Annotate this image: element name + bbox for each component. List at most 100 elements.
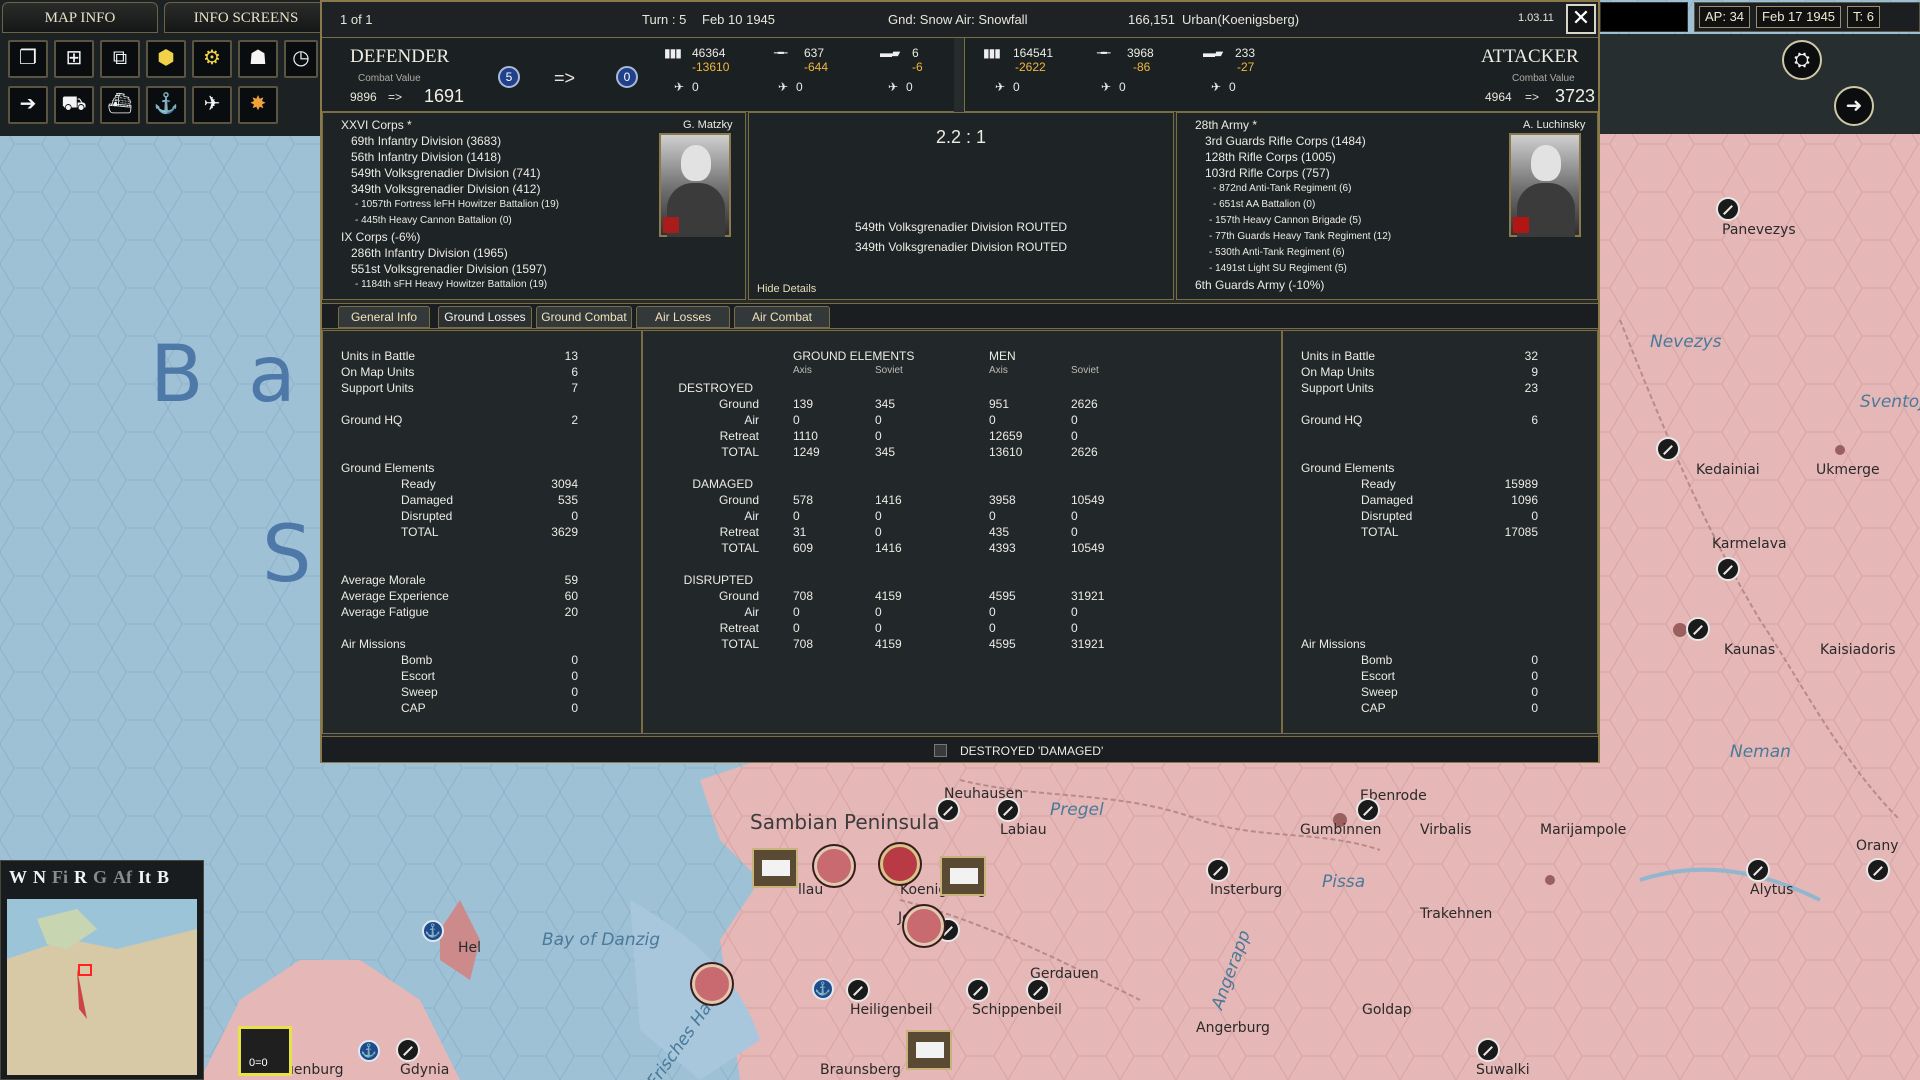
unit-counter[interactable] [692, 964, 732, 1004]
unit-row[interactable]: 69th Infantry Division (3683) [341, 133, 641, 149]
current-date: Feb 17 1945 [1756, 6, 1842, 28]
river-label: Nevezys [1650, 332, 1722, 352]
next-arrow-icon[interactable]: ➜ [1834, 86, 1874, 126]
filter-b[interactable]: B [157, 867, 169, 888]
close-button[interactable]: ✕ [1566, 4, 1596, 34]
unit-row[interactable]: - 157th Heavy Cannon Brigade (5) [1195, 213, 1495, 229]
tab-air-combat[interactable]: Air Combat [734, 306, 830, 328]
unit-row[interactable]: 103rd Rifle Corps (757) [1195, 165, 1495, 181]
hex-filter-icon[interactable]: ⬢ [146, 40, 186, 78]
fort-level-badge: 5 [498, 66, 520, 88]
command-row[interactable]: IX Corps (-6%) [341, 229, 641, 245]
tab-general-info[interactable]: General Info [338, 306, 430, 328]
port-icon[interactable]: ⚓ [358, 1040, 380, 1062]
unit-row[interactable]: - 872nd Anti-Tank Regiment (6) [1195, 181, 1495, 197]
port-icon[interactable]: ⚓ [812, 978, 834, 1000]
gun-icon: ╼╾ [774, 46, 787, 60]
move-arrow-icon[interactable]: ➔ [8, 86, 48, 124]
airbase-icon[interactable] [936, 798, 960, 822]
cv-initial: 4964 [1485, 90, 1512, 104]
clock-icon[interactable]: ◷ [284, 40, 318, 78]
hide-details-link[interactable]: Hide Details [757, 281, 816, 297]
unit-counter[interactable] [940, 856, 986, 896]
unit-row[interactable]: 549th Volksgrenadier Division (741) [341, 165, 641, 181]
unit-row[interactable]: - 1057th Fortress leFH Howitzer Battalio… [341, 197, 641, 213]
airbase-icon[interactable] [846, 978, 870, 1002]
unit-row[interactable]: 551st Volksgrenadier Division (1597) [341, 261, 641, 277]
unit-row[interactable]: - 651st AA Battalion (0) [1195, 197, 1495, 213]
unit-row[interactable]: - 530th Anti-Tank Regiment (6) [1195, 245, 1495, 261]
unit-row[interactable]: - 1491st Light SU Regiment (5) [1195, 261, 1495, 277]
airbase-icon[interactable] [1026, 978, 1050, 1002]
city-label: Angerburg [1196, 1020, 1270, 1036]
airbase-icon[interactable] [396, 1038, 420, 1062]
loss-value: 0 [875, 525, 882, 539]
combat-value-label: Combat Value [1512, 73, 1575, 84]
filter-r[interactable]: R [74, 867, 87, 888]
unit-row[interactable]: 286th Infantry Division (1965) [341, 245, 641, 261]
add-window-icon[interactable]: ⊞ [54, 40, 94, 78]
filter-w[interactable]: W [9, 867, 27, 888]
unit-counter[interactable] [752, 848, 798, 888]
airborne-icon[interactable]: ✈ [192, 86, 232, 124]
filter-it[interactable]: It [138, 867, 151, 888]
tab-map-info[interactable]: MAP INFO [2, 2, 158, 33]
unit-counter[interactable] [814, 846, 854, 886]
gear-icon[interactable]: ⚙ [192, 40, 232, 78]
airbase-icon[interactable] [1476, 1038, 1500, 1062]
tab-air-losses[interactable]: Air Losses [636, 306, 730, 328]
filter-fi[interactable]: Fi [52, 867, 68, 888]
city-label: Gdynia [400, 1062, 450, 1078]
filter-n[interactable]: N [33, 867, 46, 888]
hq-icon[interactable]: ⛭ [1782, 40, 1822, 80]
unit-counter[interactable] [880, 844, 920, 884]
attacker-air-b: 0 [1119, 80, 1126, 94]
airbase-icon[interactable] [1656, 437, 1680, 461]
minimap[interactable] [7, 899, 197, 1075]
command-row[interactable]: 28th Army * [1195, 117, 1495, 133]
commander-portrait[interactable] [1509, 133, 1581, 237]
stat-label: Average Morale [341, 573, 426, 587]
airbase-icon[interactable] [1716, 557, 1740, 581]
stack-icon[interactable]: ⧉ [100, 40, 140, 78]
loss-section-title: DISRUPTED [683, 573, 753, 587]
defender-air-c: 0 [906, 80, 913, 94]
filter-af[interactable]: Af [113, 867, 132, 888]
airbase-icon[interactable] [1356, 798, 1380, 822]
windows-icon[interactable]: ❐ [8, 40, 48, 78]
ship-icon[interactable]: ⛴ [100, 86, 140, 124]
airbase-icon[interactable] [1866, 858, 1890, 882]
unit-row[interactable]: 349th Volksgrenadier Division (412) [341, 181, 641, 197]
tab-ground-combat[interactable]: Ground Combat [536, 306, 632, 328]
filter-g[interactable]: G [93, 867, 107, 888]
unit-row[interactable]: - 1184th sFH Heavy Howitzer Battalion (1… [341, 277, 641, 293]
unit-row[interactable]: - 445th Heavy Cannon Battalion (0) [341, 213, 641, 229]
airbase-icon[interactable] [1686, 617, 1710, 641]
unit-row[interactable]: 56th Infantry Division (1418) [341, 149, 641, 165]
airbase-icon[interactable] [1746, 858, 1770, 882]
command-row[interactable]: 6th Guards Army (-10%) [1195, 277, 1495, 293]
airbase-icon[interactable] [996, 798, 1020, 822]
tab-info-screens[interactable]: INFO SCREENS [164, 2, 328, 33]
port-icon[interactable]: ⚓ [422, 920, 444, 942]
railroad-icon[interactable]: ☗ [238, 40, 278, 78]
airbase-icon[interactable] [1716, 197, 1740, 221]
naval-transport-icon[interactable]: ⚓ [146, 86, 186, 124]
airbase-icon[interactable] [966, 978, 990, 1002]
airbase-icon[interactable] [1206, 858, 1230, 882]
train-icon[interactable]: ⛟ [54, 86, 94, 124]
unit-counter[interactable] [904, 906, 944, 946]
unit-indicator[interactable]: 0=0 [238, 1026, 292, 1076]
unit-row[interactable]: 128th Rifle Corps (1005) [1195, 149, 1495, 165]
unit-counter[interactable] [906, 1030, 952, 1070]
explosion-icon[interactable]: ✸ [238, 86, 278, 124]
cv-final: 3723 [1555, 86, 1596, 106]
unit-row[interactable]: 3rd Guards Rifle Corps (1484) [1195, 133, 1495, 149]
command-row[interactable]: XXVI Corps * [341, 117, 641, 133]
commander-portrait[interactable] [659, 133, 731, 237]
loss-value: 0 [793, 413, 800, 427]
unit-row[interactable]: - 77th Guards Heavy Tank Regiment (12) [1195, 229, 1495, 245]
destroyed-damaged-checkbox[interactable] [934, 744, 947, 757]
city-label: Suwalki [1476, 1062, 1530, 1078]
tab-ground-losses[interactable]: Ground Losses [438, 306, 532, 328]
